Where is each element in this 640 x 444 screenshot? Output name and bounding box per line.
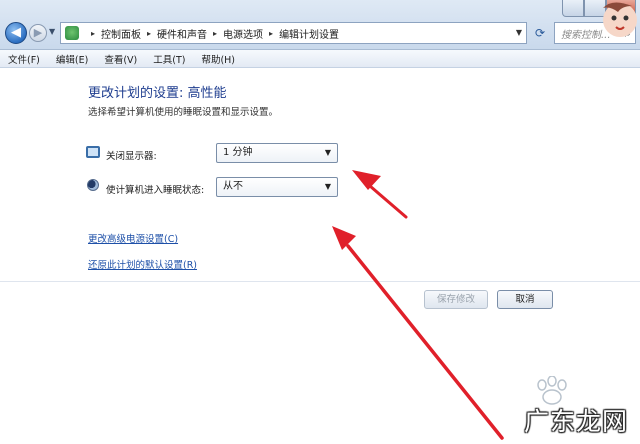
display-off-label: 关闭显示器:	[106, 151, 157, 162]
chevron-right-icon: ▸	[147, 28, 152, 38]
breadcrumb-item[interactable]: 控制面板	[101, 26, 141, 41]
address-box[interactable]: ▸ 控制面板 ▸ 硬件和声音 ▸ 电源选项 ▸ 编辑计划设置 ▼	[60, 22, 527, 44]
address-bar: ◀ ▶ ▼ ▸ 控制面板 ▸ 硬件和声音 ▸ 电源选项 ▸ 编辑计划设置 ▼ ⟳…	[0, 0, 640, 50]
refresh-button[interactable]: ⟳	[530, 24, 550, 42]
chevron-down-icon: ▼	[324, 148, 331, 157]
sleep-select[interactable]: 从不 ▼	[216, 177, 338, 197]
restore-defaults-link[interactable]: 还原此计划的默认设置(R)	[88, 257, 197, 271]
page-description: 选择希望计算机使用的睡眠设置和显示设置。	[88, 107, 279, 118]
cartoon-decoration-icon	[603, 2, 637, 37]
save-changes-button[interactable]: 保存修改	[424, 290, 488, 309]
watermark-text: 广东龙网	[524, 407, 629, 436]
monitor-icon	[86, 146, 100, 158]
chevron-right-icon: ▸	[91, 28, 96, 38]
menu-bar: 文件(F) 编辑(E) 查看(V) 工具(T) 帮助(H)	[0, 50, 640, 68]
chevron-right-icon: ▸	[269, 28, 274, 38]
arrow-left-icon: ◀	[11, 25, 21, 40]
sleep-value: 从不	[223, 181, 243, 192]
refresh-icon: ⟳	[534, 26, 546, 40]
sleep-label: 使计算机进入睡眠状态:	[106, 185, 205, 196]
breadcrumb-item[interactable]: 硬件和声音	[157, 26, 207, 41]
chevron-right-icon: ▸	[213, 28, 218, 38]
menu-edit[interactable]: 编辑(E)	[48, 52, 96, 66]
forward-button[interactable]: ▶	[29, 24, 47, 42]
menu-help[interactable]: 帮助(H)	[193, 52, 243, 66]
menu-file[interactable]: 文件(F)	[0, 52, 48, 66]
display-off-value: 1 分钟	[223, 147, 253, 158]
menu-tools[interactable]: 工具(T)	[145, 52, 193, 66]
menu-view[interactable]: 查看(V)	[96, 52, 145, 66]
breadcrumb-item[interactable]: 编辑计划设置	[279, 26, 339, 41]
chevron-down-icon: ▼	[49, 27, 56, 36]
page-title: 更改计划的设置: 高性能	[88, 86, 227, 101]
divider	[0, 281, 640, 282]
display-off-select[interactable]: 1 分钟 ▼	[216, 143, 338, 163]
history-dropdown[interactable]: ▼	[49, 27, 55, 36]
chevron-down-icon[interactable]: ▼	[516, 28, 522, 37]
arrow-right-icon: ▶	[33, 26, 43, 39]
cancel-button[interactable]: 取消	[497, 290, 553, 309]
back-button[interactable]: ◀	[5, 22, 27, 44]
control-panel-icon	[65, 26, 79, 40]
minimize-button[interactable]	[562, 0, 584, 17]
advanced-power-settings-link[interactable]: 更改高级电源设置(C)	[88, 231, 178, 245]
moon-icon	[87, 179, 99, 191]
breadcrumb-item[interactable]: 电源选项	[223, 26, 263, 41]
chevron-down-icon: ▼	[324, 182, 331, 191]
